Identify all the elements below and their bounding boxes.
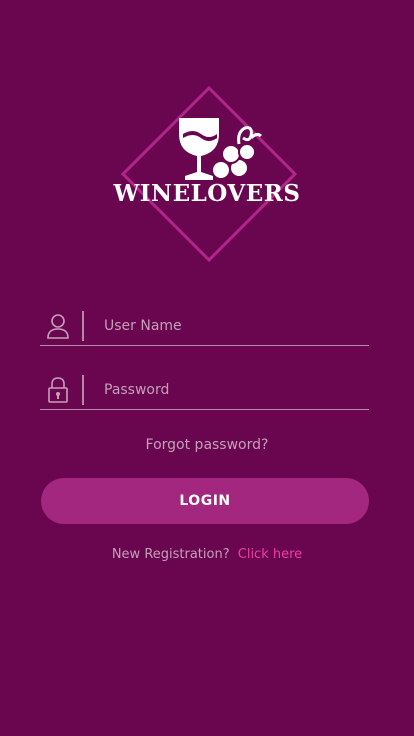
login-button[interactable]: LOGIN <box>41 478 369 524</box>
password-field <box>40 373 369 410</box>
registration-link[interactable]: Click here <box>238 547 302 562</box>
lock-icon <box>46 376 70 404</box>
brand-logo <box>121 86 297 262</box>
password-input[interactable] <box>104 377 354 403</box>
grapes-icon <box>211 126 263 180</box>
brand-name: WINELOVERS <box>113 180 301 207</box>
username-field <box>40 309 369 346</box>
username-input[interactable] <box>104 313 354 339</box>
registration-prompt: New Registration? <box>111 547 230 562</box>
field-divider <box>82 311 84 341</box>
field-divider <box>82 375 84 405</box>
registration-row: New Registration? Click here <box>0 547 414 562</box>
user-icon <box>46 312 70 340</box>
forgot-password-link[interactable]: Forgot password? <box>0 437 414 453</box>
logo-diamond-icon <box>121 86 297 262</box>
